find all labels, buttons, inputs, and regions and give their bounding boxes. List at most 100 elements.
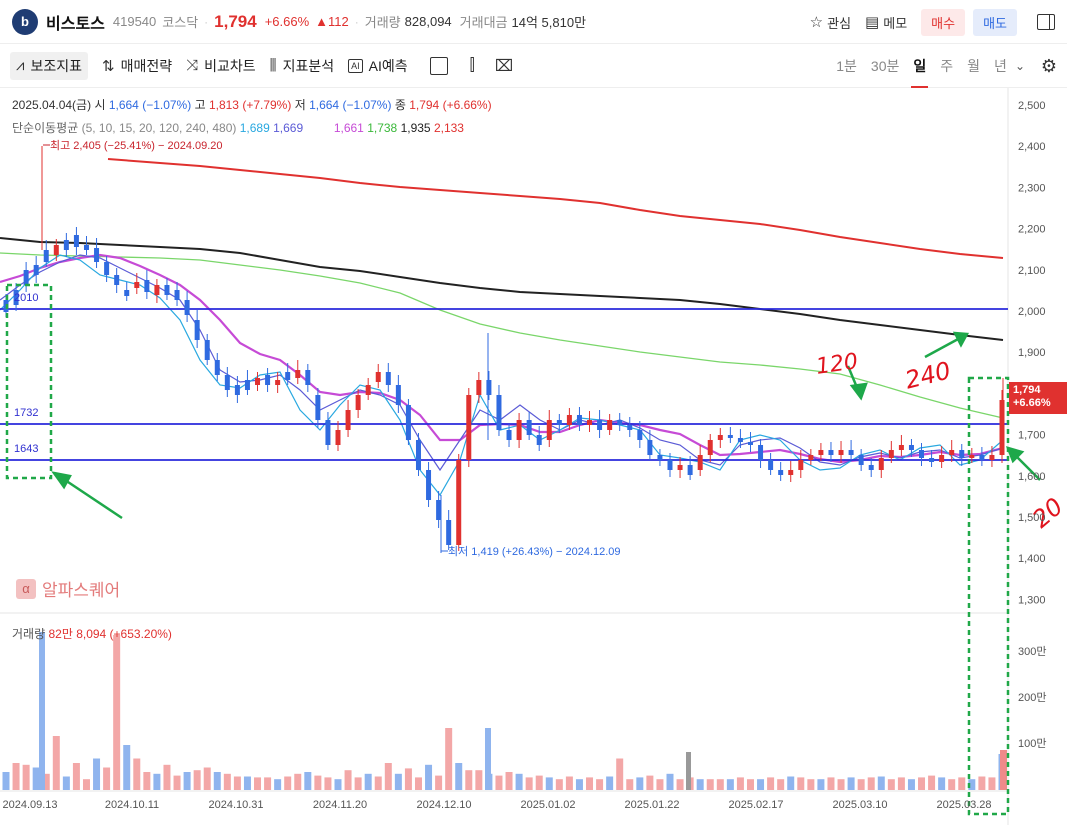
price-tick-label: 2,400 xyxy=(1018,141,1046,153)
candle-body xyxy=(285,372,291,380)
candle-body xyxy=(697,455,703,470)
candle-body xyxy=(607,420,613,430)
candle-body xyxy=(949,450,955,455)
candle-body xyxy=(456,460,462,545)
candle-body xyxy=(818,450,824,455)
volume-bar xyxy=(877,776,885,790)
volume-bar xyxy=(978,776,986,790)
date-tick-label: 2024.10.31 xyxy=(208,799,263,811)
candle-body xyxy=(426,470,432,500)
volume-bar xyxy=(736,777,744,790)
alphasquare-logo-icon: α xyxy=(16,578,36,599)
volume-bar xyxy=(52,736,60,790)
volume-bar xyxy=(958,777,966,790)
volume-bar xyxy=(425,764,433,790)
candle-body xyxy=(959,450,965,458)
candle-body xyxy=(355,395,361,410)
candle-body xyxy=(265,375,271,385)
volume-bar xyxy=(264,777,272,790)
price-tick-label: 1,600 xyxy=(1018,471,1046,483)
price-tick-label: 1,500 xyxy=(1018,512,1046,524)
volume-bar xyxy=(143,772,151,790)
candle-body xyxy=(828,450,834,455)
volume-bar xyxy=(304,772,312,790)
candle-body xyxy=(999,400,1005,455)
volume-bar xyxy=(495,775,503,790)
volume-bar xyxy=(213,772,221,790)
volume-bar xyxy=(817,779,825,790)
candle-body xyxy=(969,455,975,458)
volume-bar xyxy=(22,764,30,790)
price-tick-label: 1,300 xyxy=(1018,594,1046,606)
volume-info-value: 82만 8,094 (+653.20%) xyxy=(48,627,172,641)
volume-bar xyxy=(646,775,654,790)
volume-bar xyxy=(847,777,855,790)
volume-bar xyxy=(113,635,121,790)
line-label-2010: 2010 xyxy=(14,292,38,304)
volume-bar xyxy=(243,776,251,790)
date-tick-label: 2025.01.02 xyxy=(520,799,575,811)
volume-axis-labels: 300만 200만 100만 xyxy=(1018,645,1046,750)
volume-bar xyxy=(374,776,382,790)
date-tick-label: 2025.03.28 xyxy=(936,799,991,811)
ma-480-line xyxy=(107,158,1004,259)
price-tick-label: 2,000 xyxy=(1018,306,1046,318)
volume-bar xyxy=(565,776,573,790)
price-tick-label: 1,400 xyxy=(1018,553,1046,565)
date-tick-label: 2024.11.20 xyxy=(313,799,367,811)
volume-bar xyxy=(586,777,594,790)
volume-bar xyxy=(39,632,45,790)
volume-bar xyxy=(948,779,956,790)
volume-bar xyxy=(103,767,111,790)
candle-body xyxy=(305,370,311,385)
ma-periods: (5, 10, 15, 20, 120, 240, 480) xyxy=(81,121,237,135)
candle-body xyxy=(496,395,502,430)
candle-body xyxy=(224,375,230,390)
volume-bar xyxy=(696,779,704,790)
volume-bar xyxy=(837,779,845,790)
candle-body xyxy=(677,465,683,470)
candle-body xyxy=(707,440,713,455)
candle-body xyxy=(83,245,89,250)
ohlc-date: 2025.04.04(금) xyxy=(12,98,92,112)
volume-bar xyxy=(897,777,905,790)
candle-body xyxy=(295,370,301,378)
price-tick-label: 2,100 xyxy=(1018,265,1046,277)
volume-bar xyxy=(626,779,634,790)
line-label-1732: 1732 xyxy=(14,407,38,419)
high-label: 고 xyxy=(194,98,206,112)
candle-body xyxy=(466,395,472,460)
candle-body xyxy=(758,445,764,460)
price-tick-label: 2,300 xyxy=(1018,182,1046,194)
candle-body xyxy=(33,265,39,275)
volume-bar xyxy=(254,777,262,790)
candle-body xyxy=(114,275,120,285)
line-label-1643: 1643 xyxy=(14,443,38,455)
volume-bar xyxy=(2,772,10,790)
candle-body xyxy=(315,395,321,420)
candle-body xyxy=(365,385,371,395)
volume-bar xyxy=(133,758,141,790)
candle-body xyxy=(23,270,29,285)
volume-bar xyxy=(183,772,191,790)
volume-bar xyxy=(284,776,292,790)
volume-bar xyxy=(857,779,865,790)
candle-body xyxy=(405,405,411,440)
candle-body xyxy=(43,250,49,262)
candle-body xyxy=(194,320,200,340)
date-tick-label: 2025.01.22 xyxy=(624,799,679,811)
volume-tick-label: 200만 xyxy=(1018,691,1046,704)
volume-bar xyxy=(435,775,443,790)
volume-bar xyxy=(324,777,332,790)
candle-body xyxy=(234,385,240,395)
volume-bar xyxy=(12,763,20,790)
candle-body xyxy=(53,245,59,255)
volume-bar xyxy=(465,770,473,790)
volume-bar xyxy=(938,777,946,790)
candle-body xyxy=(848,450,854,455)
candle-body xyxy=(858,455,864,465)
date-tick-label: 2024.12.10 xyxy=(416,799,471,811)
volume-bar xyxy=(928,775,936,790)
candle-body xyxy=(576,415,582,425)
volume-bar xyxy=(606,776,614,790)
